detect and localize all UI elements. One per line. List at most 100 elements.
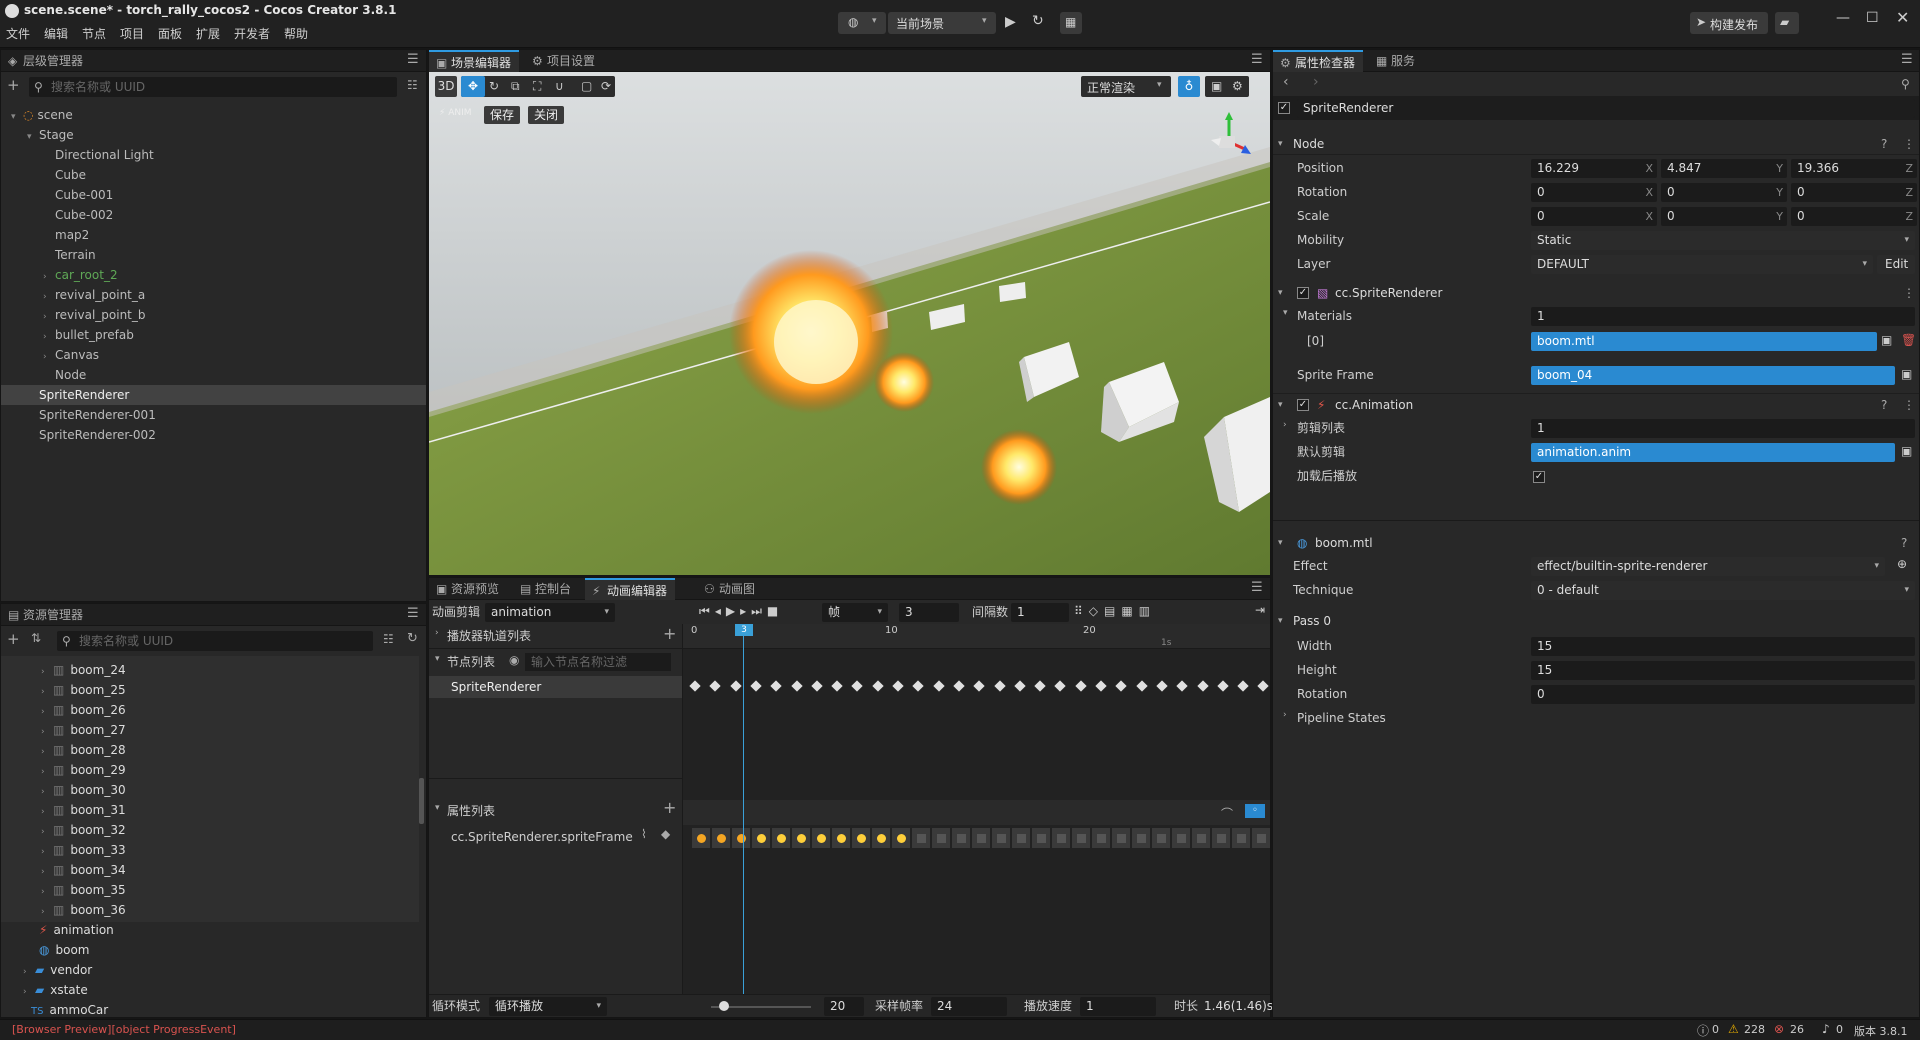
current-frame-input[interactable]: 3 [899, 603, 959, 622]
tab-animation-graph[interactable]: ⚇ 动画图 [697, 578, 763, 600]
keyframe-diamond[interactable] [973, 680, 985, 692]
keyframe-diamond[interactable] [1095, 680, 1107, 692]
curve-icon[interactable]: ⌒ [1221, 805, 1233, 822]
rotate-tool-icon[interactable]: ↻ [489, 79, 499, 93]
lock-icon[interactable]: ▣ [1881, 333, 1892, 347]
sprite-frame-thumb[interactable] [791, 827, 811, 849]
sprite-frame-thumb[interactable] [1131, 827, 1151, 849]
assets-search-input[interactable]: ⚲ 搜索名称或 UUID [57, 631, 373, 651]
sample-rate-input[interactable]: 24 [931, 997, 1007, 1016]
hierarchy-node[interactable]: Terrain [1, 245, 426, 265]
add-track-icon[interactable]: + [663, 624, 676, 643]
back-icon[interactable]: ‹ [1283, 74, 1289, 90]
menu-icon[interactable]: ☰ [407, 52, 419, 67]
info-icon[interactable]: ⓘ [1697, 1022, 1709, 1039]
sprite-frame-thumb[interactable] [711, 827, 731, 849]
keyframe-diamond[interactable] [1115, 680, 1127, 692]
hierarchy-node[interactable]: Cube-001 [1, 185, 426, 205]
add-icon[interactable]: + [7, 630, 20, 648]
play-icon[interactable]: ▶ [726, 604, 740, 618]
asset-item[interactable]: › ▥ boom_34 [1, 860, 419, 880]
keyframe-diamond[interactable] [892, 680, 904, 692]
jump-last-icon[interactable]: ⏭ [751, 604, 767, 618]
menu-item-2[interactable]: 节点 [82, 25, 106, 42]
animation-enabled-checkbox[interactable]: ✓ [1297, 399, 1309, 411]
tab-hierarchy[interactable]: ◈ 层级管理器 [1, 50, 91, 72]
material-0-field[interactable]: boom.mtl [1531, 332, 1877, 351]
play-icon[interactable]: ▶ [1005, 14, 1016, 30]
animation-component-header[interactable]: ▾ ✓ ⚡ cc.Animation ? ⋮ [1273, 393, 1919, 415]
bell-icon[interactable]: ♪ [1822, 1022, 1830, 1036]
asset-item[interactable]: › ▥ boom_29 [1, 760, 419, 780]
event-icon[interactable]: ▦ [1121, 604, 1138, 618]
pivot-icon[interactable]: ▢ [581, 79, 592, 93]
hierarchy-node[interactable]: Directional Light [1, 145, 426, 165]
playhead-handle[interactable]: 3 [735, 624, 753, 636]
rotation-z-input[interactable]: 0Z [1791, 183, 1917, 202]
forward-icon[interactable]: › [1313, 74, 1319, 90]
zoom-value-input[interactable]: 20 [824, 997, 864, 1016]
height-input[interactable]: 15 [1531, 661, 1915, 680]
materials-row[interactable]: ▾ Materials 1 [1273, 306, 1919, 328]
keyframe-diamond[interactable] [811, 680, 823, 692]
qrcode-button[interactable]: ▦ [1060, 12, 1082, 34]
keyframe-diamond[interactable] [770, 680, 782, 692]
keyframe-diamond[interactable] [932, 680, 945, 692]
material-section-header[interactable]: ▾ ◍ boom.mtl ? [1273, 532, 1919, 554]
asset-item[interactable]: › ▥ boom_27 [1, 720, 419, 740]
hierarchy-node[interactable]: Cube [1, 165, 426, 185]
node-active-checkbox[interactable]: ✓ [1278, 102, 1290, 114]
rotation-x-input[interactable]: 0X [1531, 183, 1657, 202]
tab-project-settings[interactable]: ⚙ 项目设置 [525, 50, 603, 72]
anim-save-button[interactable]: 保存 [484, 106, 521, 124]
timeline-area[interactable]: 0 10 20 1s 3 ⌒ ◦ [683, 624, 1270, 994]
tab-assets[interactable]: ▤ 资源管理器 [1, 604, 91, 626]
keyframe-diamond[interactable] [851, 680, 864, 692]
sort-icon[interactable]: ⇅ [31, 631, 41, 645]
materials-count-input[interactable]: 1 [1531, 307, 1915, 326]
keyframe-diamond[interactable] [1054, 680, 1067, 692]
property-item[interactable]: cc.SpriteRenderer.spriteFrame ⌇ ◆ [429, 826, 682, 848]
scale-tool-icon[interactable]: ⧉ [511, 79, 520, 94]
keyframe-diamond[interactable] [709, 680, 721, 692]
time-ruler[interactable]: 0 10 20 1s 3 [683, 624, 1270, 649]
scale-x-input[interactable]: 0X [1531, 207, 1657, 226]
scene-viewport[interactable]: 3D ✥ ↻ ⧉ ⛶ ∪ ▢ ⟳ 正常渲染 ▾ ♁ ▣ ⚙ ⚡ ANIM 保存 … [429, 72, 1270, 575]
asset-item[interactable]: › ▰ vendor [1, 960, 419, 980]
exit-edit-icon[interactable]: ⇥ [1255, 603, 1265, 617]
menu-item-5[interactable]: 扩展 [196, 25, 220, 42]
sprite-frame-thumb[interactable] [1191, 827, 1211, 849]
hierarchy-node[interactable]: › revival_point_b [1, 305, 426, 325]
sprite-frame-thumb[interactable] [1231, 827, 1251, 849]
technique-select[interactable]: 0 - default ▾ [1531, 581, 1915, 600]
delete-icon[interactable]: 🗑 [1901, 333, 1916, 347]
add-key-icon[interactable]: ◇ [1089, 604, 1104, 618]
assets-scrollbar[interactable] [419, 778, 424, 824]
pin-icon[interactable]: ⚲ [1901, 77, 1910, 91]
sprite-frame-field[interactable]: boom_04 [1531, 366, 1895, 385]
sprite-frame-thumb[interactable] [1051, 827, 1071, 849]
sprite-frame-thumb[interactable] [1251, 827, 1270, 849]
sprite-frame-thumb[interactable] [851, 827, 871, 849]
interval-input[interactable]: 1 [1011, 603, 1069, 622]
position-y-input[interactable]: 4.847 Y [1661, 159, 1787, 178]
lock-icon[interactable]: ▣ [1901, 444, 1912, 458]
tab-asset-preview[interactable]: ▣ 资源预览 [429, 578, 507, 600]
asset-item[interactable]: › ▥ boom_26 [1, 700, 419, 720]
hierarchy-node[interactable]: ▾ ◌ scene [1, 105, 426, 125]
speed-input[interactable]: 1 [1080, 997, 1156, 1016]
clip-select[interactable]: animation ▾ [485, 603, 615, 622]
prev-frame-icon[interactable]: ◂ [715, 604, 726, 618]
node-name-input[interactable]: SpriteRenderer [1297, 99, 1915, 118]
keyframe-diamond[interactable] [1257, 680, 1270, 692]
asset-item[interactable]: › ▥ boom_32 [1, 820, 419, 840]
hierarchy-node[interactable]: SpriteRenderer-002 [1, 425, 426, 445]
player-tracks-row[interactable]: › 播放器轨道列表 + [429, 624, 682, 649]
mode-3d-button[interactable]: 3D [435, 76, 457, 97]
maximize-icon[interactable]: ☐ [1866, 10, 1879, 26]
move-tool-icon[interactable]: ✥ [461, 76, 485, 97]
platform-select[interactable]: ◍ ▾ [838, 12, 886, 34]
next-frame-icon[interactable]: ▸ [740, 604, 751, 618]
sprite-frame-thumb[interactable] [1071, 827, 1091, 849]
sprite-frame-thumb[interactable] [911, 827, 931, 849]
